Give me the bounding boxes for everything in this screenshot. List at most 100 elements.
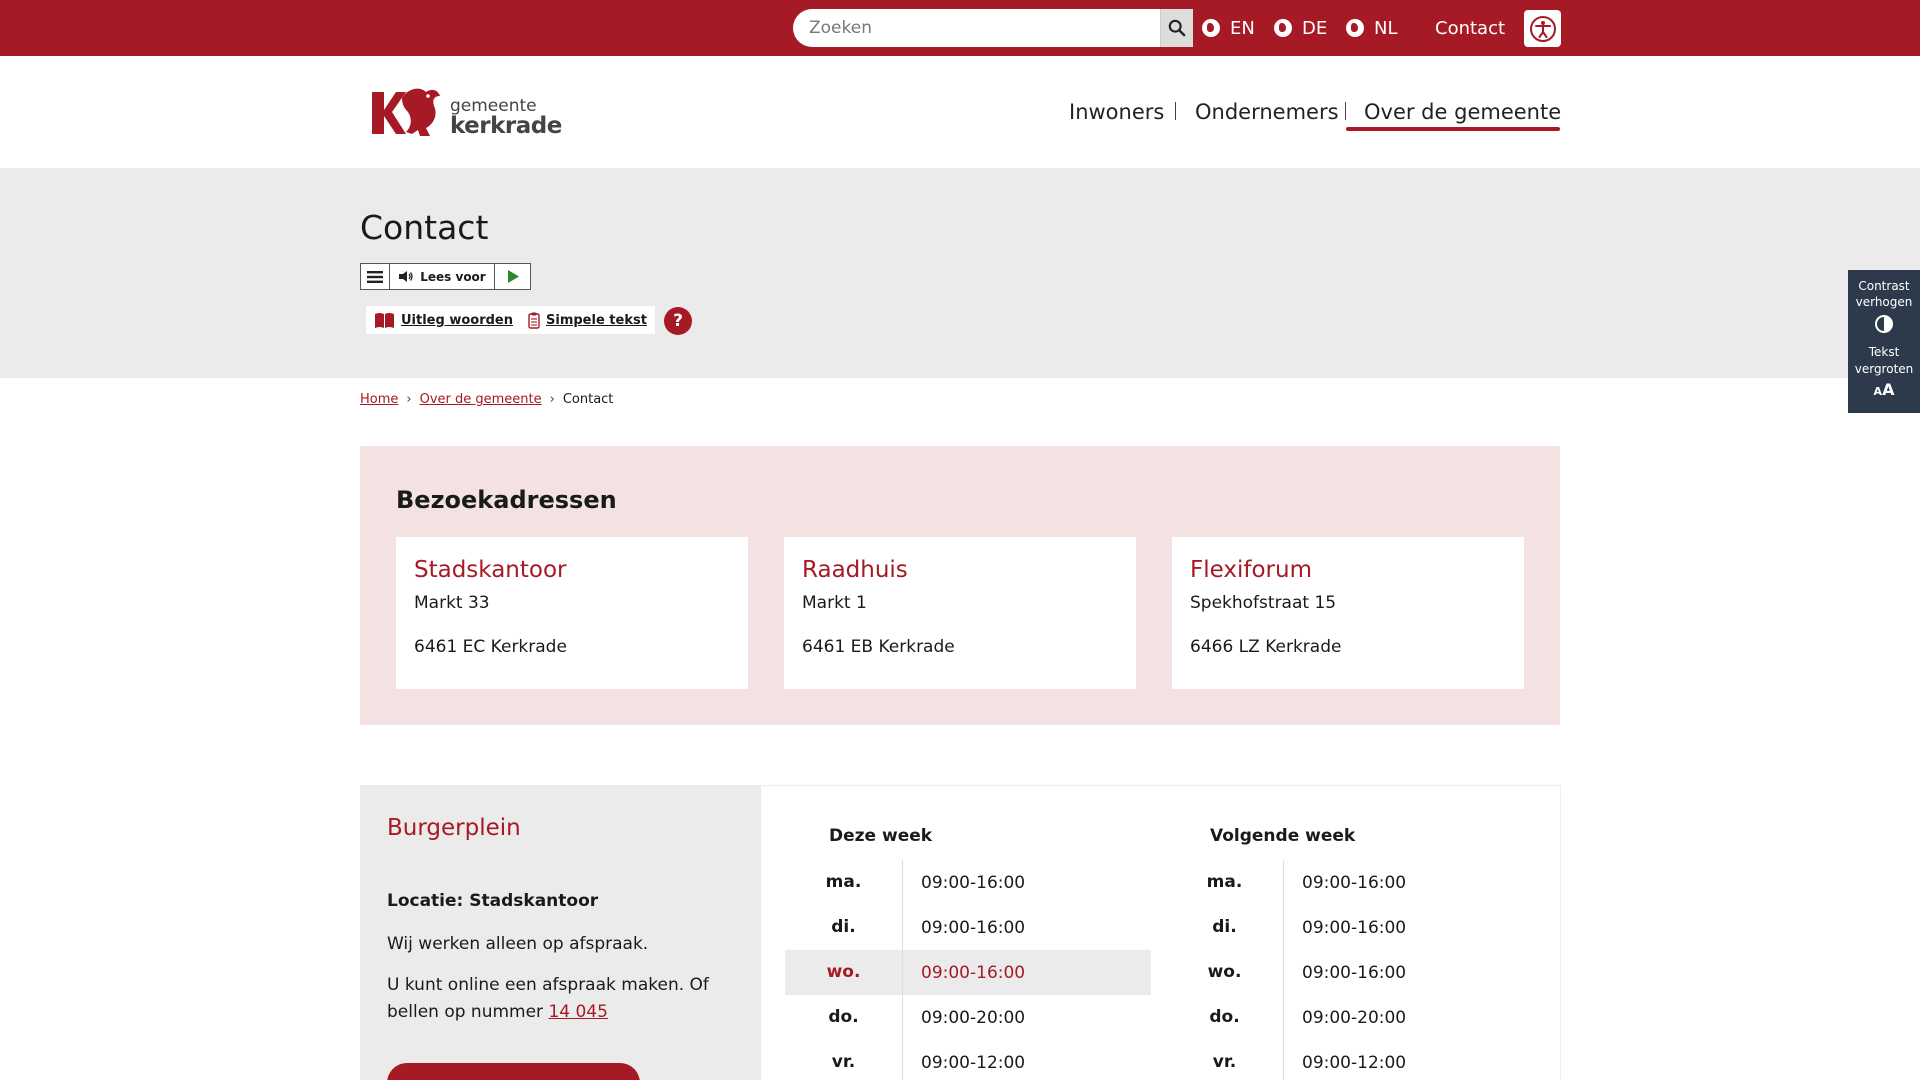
accessibility-side-widget: Contrast verhogen Tekst vergroten AA (1848, 270, 1920, 413)
nav-over-de-gemeente[interactable]: Over de gemeente (1364, 56, 1561, 168)
this-week-title: Deze week (829, 826, 933, 846)
document-icon (528, 312, 540, 329)
hours-day: vr. (1166, 1040, 1284, 1080)
hours-time: 09:00-16:00 (921, 962, 1026, 983)
hours-day: do. (785, 995, 903, 1040)
hours-day: wo. (785, 950, 903, 995)
help-button[interactable]: ? (664, 307, 692, 335)
logo[interactable]: gemeente kerkrade (368, 84, 562, 138)
hours-day: vr. (785, 1040, 903, 1080)
text-size-icon: AA (1873, 379, 1895, 399)
language-en-link[interactable]: EN (1202, 0, 1255, 56)
text-size-toggle[interactable]: Tekst vergroten AA (1848, 344, 1920, 400)
hours-row-today: wo. 09:00-16:00 (785, 950, 1151, 995)
this-week-schedule: Deze week ma. 09:00-16:00 di. 09:00-16:00 … (785, 826, 1151, 1080)
language-nl-label: NL (1374, 17, 1398, 39)
hours-time: 09:00-16:00 (1302, 917, 1407, 938)
hours-time: 09:00-16:00 (921, 872, 1026, 893)
next-week-schedule: Volgende week ma. 09:00-16:00 di. 09:00-16… (1166, 826, 1532, 1080)
hours-time: 09:00-20:00 (921, 1007, 1026, 1028)
hours-row: vr. 09:00-12:00 (1166, 1040, 1532, 1080)
nav-divider (1175, 56, 1176, 168)
play-button[interactable] (495, 264, 530, 289)
site-header: gemeente kerkrade Inwoners Ondernemers O… (0, 56, 1920, 168)
hours-time: 09:00-16:00 (921, 917, 1026, 938)
address-card-stadskantoor: Stadskantoor Markt 33 6461 EC Kerkrade (396, 537, 748, 689)
phone-link[interactable]: 14 045 (548, 1002, 607, 1022)
language-en-label: EN (1230, 17, 1255, 39)
book-icon (375, 313, 394, 328)
hours-day: ma. (1166, 860, 1284, 905)
burgerplein-title: Burgerplein (387, 815, 521, 841)
language-de-label: DE (1302, 17, 1328, 39)
simple-text-label: Simpele tekst (546, 312, 647, 328)
search-box (793, 9, 1193, 47)
address-card-name: Stadskantoor (414, 557, 567, 583)
read-aloud-label: Lees voor (420, 269, 486, 284)
make-appointment-button[interactable] (387, 1063, 640, 1080)
hours-day: wo. (1166, 950, 1284, 995)
accessibility-button[interactable] (1524, 10, 1561, 47)
menu-icon (367, 270, 383, 283)
simple-text-button[interactable]: Simpele tekst (520, 306, 655, 334)
active-nav-indicator (1346, 127, 1560, 131)
hours-day: do. (1166, 995, 1284, 1040)
search-input[interactable] (793, 9, 1160, 47)
contrast-icon (1875, 315, 1893, 334)
hours-row: wo. 09:00-16:00 (1166, 950, 1532, 995)
hours-row: di. 09:00-16:00 (785, 905, 1151, 950)
address-card-street: Markt 33 (414, 593, 490, 613)
contrast-label: Contrast verhogen (1855, 279, 1913, 310)
hours-day: di. (1166, 905, 1284, 950)
explain-words-button[interactable]: Uitleg woorden (366, 306, 521, 334)
chevron-right-icon: › (406, 392, 412, 407)
next-week-title: Volgende week (1210, 826, 1356, 846)
accessibility-icon (1529, 15, 1556, 42)
visit-addresses-section: Bezoekadressen Stadskantoor Markt 33 646… (360, 446, 1560, 725)
globe-icon (1274, 19, 1292, 37)
page-hero: Contact Lees voor Uitleg woorden Simpele… (0, 168, 1920, 378)
breadcrumb-current: Contact (562, 392, 614, 407)
readspeaker-bar: Lees voor (360, 263, 531, 290)
readspeaker-menu-button[interactable] (361, 264, 390, 289)
hours-time: 09:00-16:00 (1302, 872, 1407, 893)
burgerplein-appointment-note: Wij werken alleen op afspraak. (387, 934, 649, 954)
page-title: Contact (360, 208, 489, 247)
speaker-icon (399, 271, 413, 282)
nav-ondernemers[interactable]: Ondernemers (1195, 56, 1339, 168)
address-card-city: 6466 LZ Kerkrade (1190, 637, 1342, 657)
address-card-city: 6461 EC Kerkrade (414, 637, 567, 657)
hours-time: 09:00-20:00 (1302, 1007, 1407, 1028)
hours-row: do. 09:00-20:00 (785, 995, 1151, 1040)
read-aloud-button[interactable]: Lees voor (390, 264, 495, 289)
play-icon (507, 270, 519, 283)
address-card-name: Raadhuis (802, 557, 908, 583)
breadcrumb-home-link[interactable]: Home (360, 392, 398, 407)
address-card-raadhuis: Raadhuis Markt 1 6461 EB Kerkrade (784, 537, 1136, 689)
explain-words-label: Uitleg woorden (401, 312, 513, 328)
breadcrumb-parent-link[interactable]: Over de gemeente (420, 392, 542, 407)
contact-link[interactable]: Contact (1435, 0, 1505, 56)
address-card-street: Spekhofstraat 15 (1190, 593, 1337, 613)
breadcrumb: Home › Over de gemeente › Contact (360, 392, 613, 407)
nav-inwoners[interactable]: Inwoners (1069, 56, 1164, 168)
nav-divider (1345, 56, 1346, 168)
language-nl-link[interactable]: NL (1346, 0, 1398, 56)
hours-day: di. (785, 905, 903, 950)
contrast-toggle[interactable]: Contrast verhogen (1848, 278, 1920, 334)
search-button[interactable] (1160, 9, 1193, 47)
visit-addresses-title: Bezoekadressen (396, 486, 617, 514)
burgerplein-location: Locatie: Stadskantoor (387, 891, 599, 911)
address-card-city: 6461 EB Kerkrade (802, 637, 955, 657)
hours-time: 09:00-16:00 (1302, 962, 1407, 983)
opening-hours-panel: Deze week ma. 09:00-16:00 di. 09:00-16:00 … (761, 785, 1561, 1080)
hours-row: ma. 09:00-16:00 (785, 860, 1151, 905)
hours-row: do. 09:00-20:00 (1166, 995, 1532, 1040)
hours-time: 09:00-12:00 (1302, 1052, 1407, 1073)
search-icon (1168, 19, 1186, 37)
language-de-link[interactable]: DE (1274, 0, 1327, 56)
hours-row: vr. 09:00-12:00 (785, 1040, 1151, 1080)
globe-icon (1346, 19, 1364, 37)
text-size-label: Tekst vergroten (1854, 345, 1914, 376)
hours-time: 09:00-12:00 (921, 1052, 1026, 1073)
